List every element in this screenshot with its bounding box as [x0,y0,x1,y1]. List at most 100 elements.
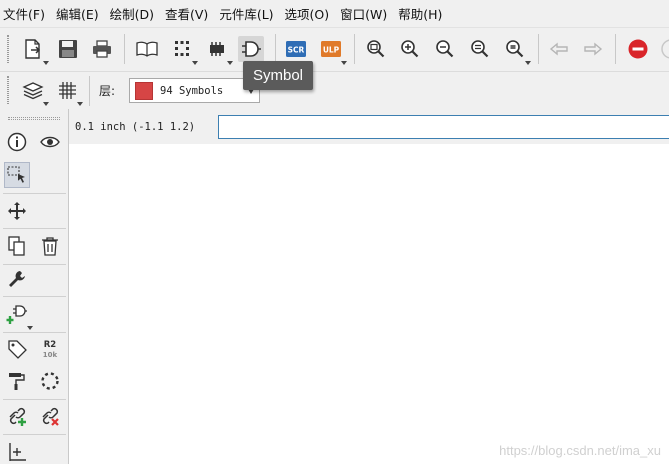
add-button[interactable] [4,301,33,330]
line-button[interactable] [4,438,30,464]
wrench-icon [9,271,25,287]
package-dropdown-arrow[interactable] [192,61,198,65]
save-button[interactable] [55,36,81,62]
layers-dropdown-arrow[interactable] [43,102,49,106]
show-button[interactable] [37,129,63,155]
link-remove-icon [42,407,59,426]
tag-icon [8,340,27,359]
device-button[interactable] [204,36,233,65]
scr-icon: SCR [286,41,306,57]
zoom-out-icon [436,40,454,58]
zoom-fit-button[interactable] [363,36,389,62]
zoom-dropdown-arrow[interactable] [525,61,531,65]
stop-button[interactable] [625,36,651,62]
copy-icon [8,236,25,256]
line-draw-icon [9,443,26,461]
go-button[interactable] [658,36,669,62]
toolbar-grip[interactable] [7,76,9,104]
layer-settings-button[interactable] [20,77,49,106]
zoom-in-icon [401,40,419,58]
device-chip-icon [210,42,224,56]
group-select-button[interactable] [4,162,30,188]
grid-icon [59,82,76,99]
layer-select[interactable]: 94 Symbols [129,78,260,103]
redo-button[interactable] [580,36,606,62]
ulp-button[interactable]: ULP [318,36,347,65]
redo-arrow-icon [584,42,603,56]
command-bar: 0.1 inch (-1.1 1.2) [69,109,669,144]
add-dropdown-arrow[interactable] [27,326,33,330]
menu-edit[interactable]: 编辑(E) [56,4,99,23]
library-button[interactable] [134,36,160,62]
menu-window[interactable]: 窗口(W) [340,4,387,23]
toolbar-separator [275,34,276,64]
print-button[interactable] [89,36,115,62]
symbol-gate-icon [242,41,261,57]
package-button[interactable] [169,36,198,65]
pinswap-button[interactable] [37,368,63,394]
zoom-redraw-icon [471,40,489,58]
copy-button[interactable] [4,233,30,259]
attribute-add-button[interactable] [4,403,30,429]
open-dropdown-arrow[interactable] [43,61,49,65]
open-button[interactable] [20,36,49,65]
name-button[interactable] [4,336,30,362]
toolbar-separator [615,34,616,64]
printer-icon [93,40,111,58]
value-button[interactable]: R2 10k [37,336,63,362]
layer-label: 层: [99,84,116,98]
value-r2-label: R2 [44,340,57,350]
layer-toolbar: 层: 94 Symbols [0,71,669,109]
move-button[interactable] [4,198,30,224]
value-r2-icon: R2 10k [43,340,58,359]
info-icon [7,132,27,152]
zoom-redraw-button[interactable] [467,36,493,62]
link-add-icon [9,407,26,426]
symbol-button[interactable] [238,36,267,65]
toolbar-grip[interactable] [7,35,9,63]
panel-separator [3,296,66,297]
ulp-icon-label: ULP [323,46,340,55]
grid-button[interactable] [54,77,83,106]
menu-view[interactable]: 查看(V) [165,4,208,23]
coordinate-readout: 0.1 inch (-1.1 1.2) [75,121,196,133]
main-toolbar: SCR ULP [0,27,669,71]
dotted-circle-icon [41,372,59,390]
undo-button[interactable] [546,36,572,62]
panel-separator [3,264,66,265]
menu-library[interactable]: 元件库(L) [219,4,273,23]
zoom-out-button[interactable] [432,36,458,62]
undo-arrow-icon [549,42,568,56]
menu-help[interactable]: 帮助(H) [398,4,442,23]
symbol-tooltip: Symbol [243,61,313,90]
layer-color-swatch [135,81,153,100]
toolbar-separator [89,76,90,106]
open-file-icon [25,39,41,59]
script-button[interactable]: SCR [283,36,312,65]
panel-separator [3,228,66,229]
device-dropdown-arrow[interactable] [227,61,233,65]
menu-options[interactable]: 选项(O) [285,4,330,23]
smash-button[interactable] [4,368,30,394]
group-select-icon [7,166,25,183]
zoom-fit-icon [367,40,385,58]
zoom-in-button[interactable] [397,36,423,62]
watermark-text: https://blog.csdn.net/ima_xu [499,443,661,458]
change-button[interactable] [4,266,30,292]
attribute-remove-button[interactable] [37,403,63,429]
delete-button[interactable] [37,233,63,259]
layers-icon [22,82,44,100]
panel-separator [3,193,66,194]
zoom-select-button[interactable] [502,36,531,65]
toolbar-separator [538,34,539,64]
drawing-canvas[interactable]: https://blog.csdn.net/ima_xu [69,144,669,464]
menu-file[interactable]: 文件(F) [3,4,45,23]
info-button[interactable] [4,129,30,155]
ulp-dropdown-arrow[interactable] [341,61,347,65]
grid-dropdown-arrow[interactable] [77,102,83,106]
command-input[interactable] [218,115,669,139]
panel-grip[interactable] [8,117,60,120]
save-icon [59,40,77,58]
menu-draw[interactable]: 绘制(D) [110,4,154,23]
eye-icon [40,136,60,148]
